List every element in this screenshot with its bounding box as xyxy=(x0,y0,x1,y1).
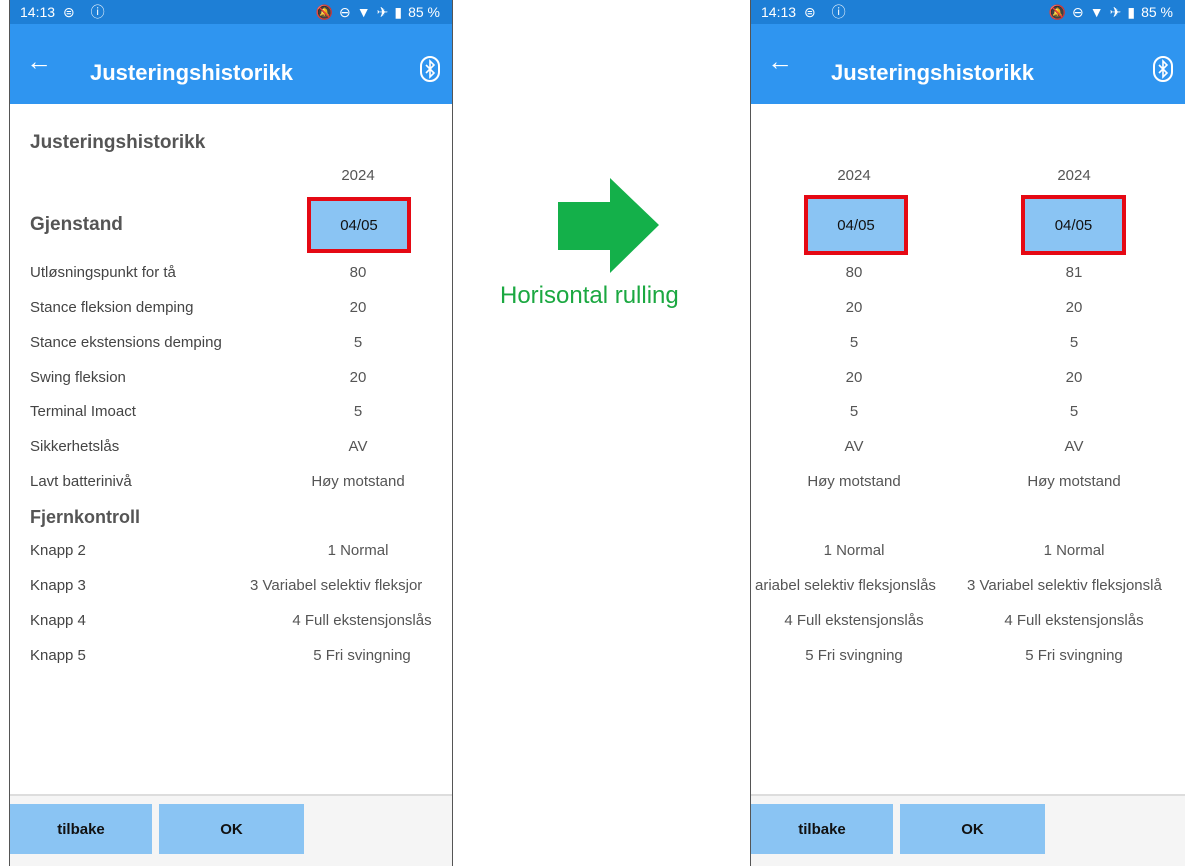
status-time: 14:13 xyxy=(20,4,56,20)
row-value: 80 xyxy=(845,264,863,281)
remote-row-value: 1 Normal xyxy=(823,542,885,559)
row-value: 80 xyxy=(349,264,367,281)
row-value: Høy motstand xyxy=(807,473,901,490)
row-value: 5 xyxy=(1069,403,1079,420)
remote-row-value: ariabel selektiv fleksjonslås xyxy=(755,577,936,594)
year-label: 2024 xyxy=(1057,167,1091,184)
remote-row-label: Knapp 4 xyxy=(30,612,86,629)
battery-percent: 85 % xyxy=(408,4,440,20)
ok-button[interactable]: OK xyxy=(900,804,1045,854)
row-label: Lavt batterinivå xyxy=(30,473,132,490)
airplane-icon: ✈ xyxy=(376,3,389,20)
item-header: Gjenstand xyxy=(30,214,123,235)
row-value: 5 xyxy=(1069,334,1079,351)
row-value: 5 xyxy=(849,403,859,420)
remote-row-value: 5 Fri svingning xyxy=(805,647,903,664)
remote-row-label: Knapp 3 xyxy=(30,577,86,594)
dnd-icon: ⊖ xyxy=(339,3,351,20)
status-bar: 14:13 ⊜ ⓘ 🔕 ⊖ ▼ ✈ ▮ 85 % xyxy=(751,0,1185,24)
row-label: Sikkerhetslås xyxy=(30,438,120,455)
row-value: 20 xyxy=(1065,299,1083,316)
row-value: 81 xyxy=(1065,264,1083,281)
row-label: Swing fleksion xyxy=(30,369,126,386)
row-label: Utløsningspunkt for tå xyxy=(30,264,176,281)
row-value: 20 xyxy=(845,369,863,386)
back-button[interactable]: tilbake xyxy=(751,804,893,854)
row-value: 20 xyxy=(349,369,367,386)
row-label: Stance fleksion demping xyxy=(30,299,194,316)
remote-row-label: Knapp 5 xyxy=(30,647,86,664)
mute-icon: 🔕 xyxy=(315,3,334,20)
back-button[interactable]: tilbake xyxy=(10,804,152,854)
row-value: 20 xyxy=(1065,369,1083,386)
remote-row-label: Knapp 2 xyxy=(30,542,86,559)
row-label: Stance ekstensions demping xyxy=(30,334,222,351)
airplane-icon: ✈ xyxy=(1109,3,1122,20)
battery-icon: ▮ xyxy=(1127,3,1136,20)
bluetooth-icon[interactable] xyxy=(1153,56,1173,82)
row-label: Terminal Imoact xyxy=(30,403,136,420)
remote-row-value: 3 Variabel selektiv fleksjor xyxy=(250,577,423,594)
year-label: 2024 xyxy=(341,167,375,184)
battery-percent: 85 % xyxy=(1141,4,1173,20)
status-bar: 14:13 ⊜ ⓘ 🔕 ⊖ ▼ ✈ ▮ 85 % xyxy=(10,0,452,24)
wifi-icon: ▼ xyxy=(1089,4,1104,20)
year-label: 2024 xyxy=(837,167,871,184)
date-header-button[interactable]: 04/05 xyxy=(1021,195,1126,255)
remote-row-value: 4 Full ekstensjonslås xyxy=(784,612,924,629)
back-arrow-icon[interactable]: ← xyxy=(767,48,793,74)
battery-icon: ▮ xyxy=(394,3,403,20)
phone-screen-left: 14:13 ⊜ ⓘ 🔕 ⊖ ▼ ✈ ▮ 85 % ← Justeringshis… xyxy=(9,0,453,866)
phone-screen-right: 14:13 ⊜ ⓘ 🔕 ⊖ ▼ ✈ ▮ 85 % ← Justeringshis… xyxy=(750,0,1185,866)
dnd-icon: ⊖ xyxy=(1072,3,1084,20)
status-icons: 🔕 ⊖ ▼ ✈ ▮ 85 % xyxy=(316,4,440,21)
row-value: AV xyxy=(844,438,864,455)
back-arrow-icon[interactable]: ← xyxy=(26,48,52,74)
remote-row-value: 4 Full ekstensjonslås xyxy=(292,612,432,629)
app-title: Justeringshistorikk xyxy=(831,60,1034,85)
remote-row-value: 5 Fri svingning xyxy=(1025,647,1123,664)
mute-icon: 🔕 xyxy=(1048,3,1067,20)
row-value: 20 xyxy=(845,299,863,316)
remote-row-value: 1 Normal xyxy=(327,542,389,559)
remote-row-value: 3 Variabel selektiv fleksjonslå xyxy=(967,577,1162,594)
row-value: AV xyxy=(348,438,368,455)
date-header-button[interactable]: 04/05 xyxy=(804,195,908,255)
ok-button[interactable]: OK xyxy=(159,804,304,854)
remote-row-value: 5 Fri svingning xyxy=(313,647,411,664)
app-bar: ← Justeringshistorikk xyxy=(10,24,452,104)
notification-icons: ⊜ ⓘ xyxy=(804,4,852,20)
date-header-button[interactable]: 04/05 xyxy=(307,197,411,253)
remote-row-value: 1 Normal xyxy=(1043,542,1105,559)
section-title: Justeringshistorikk xyxy=(30,132,206,153)
row-value: 20 xyxy=(349,299,367,316)
bluetooth-icon[interactable] xyxy=(420,56,440,82)
row-value: 5 xyxy=(849,334,859,351)
row-value: AV xyxy=(1064,438,1084,455)
notification-icons: ⊜ ⓘ xyxy=(63,4,111,20)
row-value: 5 xyxy=(353,403,363,420)
right-arrow-icon xyxy=(558,178,659,273)
remote-header: Fjernkontroll xyxy=(30,507,141,527)
row-value: 5 xyxy=(353,334,363,351)
scroll-caption: Horisontal rulling xyxy=(500,282,679,309)
app-title: Justeringshistorikk xyxy=(90,60,293,85)
status-time: 14:13 xyxy=(761,4,797,20)
status-icons: 🔕 ⊖ ▼ ✈ ▮ 85 % xyxy=(1049,4,1173,21)
remote-row-value: 4 Full ekstensjonslås xyxy=(1004,612,1144,629)
wifi-icon: ▼ xyxy=(356,4,371,20)
row-value: Høy motstand xyxy=(1027,473,1121,490)
app-bar: ← Justeringshistorikk xyxy=(751,24,1185,104)
row-value: Høy motstand xyxy=(311,473,405,490)
